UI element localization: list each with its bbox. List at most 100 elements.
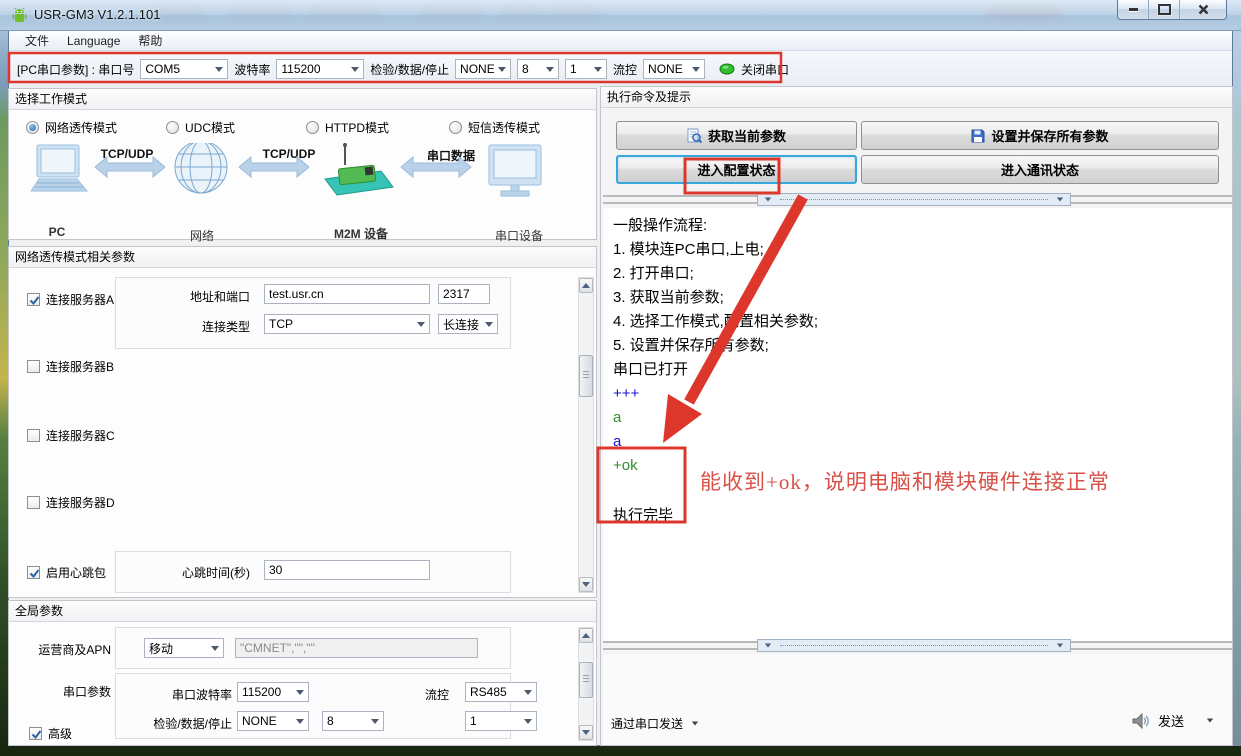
triangle-down-icon [1057,644,1063,648]
server-a-type-select[interactable]: TCP [264,314,430,334]
checkbox-icon [27,429,40,442]
checkbox-icon [27,293,40,306]
checkbox-icon [27,566,40,579]
module-baud-select[interactable]: 115200 [237,682,309,702]
triangle-down-icon [582,730,590,735]
menu-bar: 文件 Language 帮助 [9,31,1232,51]
splitter-handle[interactable] [757,639,1071,652]
radio-sms-mode[interactable]: 短信透传模式 [449,119,540,136]
module-databits-select[interactable]: 8 [322,711,384,731]
heartbeat-time-label: 心跳时间(秒) [156,564,250,581]
checkbox-icon [27,360,40,373]
scroll-down-button[interactable] [579,577,593,592]
send-splitter[interactable] [603,641,1232,650]
server-a-address-input[interactable] [264,284,430,304]
minimize-button[interactable] [1118,0,1149,19]
server-a-port-input[interactable] [438,284,490,304]
global-params-group: 全局参数 运营商及APN 移动 串口参数 串口波特率 115200 流控 RS4… [8,600,597,746]
chevron-down-icon [211,646,219,651]
scrollbar-thumb[interactable] [579,355,593,397]
databits-select[interactable]: 8 [517,59,559,79]
radio-icon [449,121,462,134]
splitter-dots [780,645,1048,646]
maximize-icon [1158,4,1171,15]
close-button[interactable] [1180,0,1226,19]
scroll-down-button[interactable] [579,725,593,740]
chevron-down-icon [296,690,304,695]
net-params-scrollbar[interactable] [578,277,594,593]
serial-open-status-icon [719,63,735,75]
get-params-button[interactable]: 获取当前参数 [616,121,857,150]
caption-buttons [1117,0,1227,20]
server-b-checkbox-row[interactable]: 连接服务器B [27,358,114,375]
server-d-checkbox-row[interactable]: 连接服务器D [27,494,115,511]
flow-select[interactable]: NONE [643,59,705,79]
baud-label: 波特率 [234,61,270,78]
pc-serial-label: [PC串口参数] : 串口号 [17,61,134,78]
m2m-device-icon [325,143,393,195]
radio-udc-mode[interactable]: UDC模式 [166,119,235,136]
global-params-scrollbar[interactable] [578,627,594,741]
module-parity-select[interactable]: NONE [237,711,309,731]
chevron-down-icon [296,719,304,724]
log-line-sent: a [613,430,1222,454]
send-button[interactable]: 发送 [1158,711,1184,730]
close-serial-button[interactable]: 关闭串口 [741,61,789,78]
chevron-down-icon [692,722,698,726]
exec-panel: 执行命令及提示 获取当前参数 设置并保存所有参数 进入配置状态 进入通讯状态 一… [600,86,1233,746]
menu-language[interactable]: Language [59,34,128,48]
server-a-checkbox-row[interactable]: 连接服务器A [27,291,114,308]
radio-icon [166,121,179,134]
log-splitter[interactable] [603,195,1232,204]
splitter-handle[interactable] [757,193,1071,206]
maximize-button[interactable] [1149,0,1180,19]
work-mode-title: 选择工作模式 [9,89,596,110]
serial-params-panel: 串口波特率 115200 流控 RS485 检验/数据/停止 NONE 8 1 [115,673,511,739]
scrollbar-thumb[interactable] [579,662,593,698]
server-a-panel: 地址和端口 连接类型 TCP 长连接 [115,277,511,349]
radio-httpd-mode[interactable]: HTTPD模式 [306,119,389,136]
minimize-icon [1129,8,1138,11]
scroll-up-button[interactable] [579,278,593,293]
send-options-chevron-icon[interactable] [1207,719,1213,723]
chevron-down-icon [371,719,379,724]
triangle-down-icon [765,644,771,648]
menu-file[interactable]: 文件 [17,32,57,49]
chevron-down-icon [524,690,532,695]
stopbits-select[interactable]: 1 [565,59,607,79]
work-mode-diagram [29,143,581,215]
advanced-checkbox-row[interactable]: 高级 [29,725,72,742]
radio-net-transparent-mode[interactable]: 网络透传模式 [26,119,117,136]
parity-data-stop-label: 检验/数据/停止 [370,61,449,78]
radio-icon [306,121,319,134]
triangle-up-icon [582,283,590,288]
server-c-checkbox-row[interactable]: 连接服务器C [27,427,115,444]
scroll-up-button[interactable] [579,628,593,643]
server-a-keepalive-select[interactable]: 长连接 [438,314,498,334]
splitter-dots [780,199,1048,200]
serial-params-label: 串口参数 [19,683,111,700]
log-line: 4. 选择工作模式,配置相关参数; [613,310,1222,334]
heartbeat-checkbox-row[interactable]: 启用心跳包 [27,564,106,581]
radio-icon [26,121,39,134]
heartbeat-time-input[interactable] [264,560,430,580]
log-line: 串口已打开 [613,358,1222,382]
log-line: 2. 打开串口; [613,262,1222,286]
module-stopbits-select[interactable]: 1 [465,711,537,731]
com-port-select[interactable]: COM5 [140,59,228,79]
set-save-params-button[interactable]: 设置并保存所有参数 [861,121,1219,150]
baud-select[interactable]: 115200 [276,59,364,79]
checkbox-icon [27,496,40,509]
menu-help[interactable]: 帮助 [130,32,170,49]
chevron-down-icon [485,322,493,327]
enter-comm-state-button[interactable]: 进入通讯状态 [861,155,1219,184]
send-via-serial-menu[interactable]: 通过串口发送 [611,715,699,732]
log-output[interactable]: 一般操作流程: 1. 模块连PC串口,上电; 2. 打开串口; 3. 获取当前参… [603,208,1232,641]
log-line-recv: a [613,406,1222,430]
heartbeat-panel: 心跳时间(秒) [115,551,511,593]
parity-select[interactable]: NONE [455,59,511,79]
enter-config-state-button[interactable]: 进入配置状态 [616,155,857,184]
net-params-title: 网络透传模式相关参数 [9,247,596,268]
module-flow-select[interactable]: RS485 [465,682,537,702]
carrier-select[interactable]: 移动 [144,638,224,658]
